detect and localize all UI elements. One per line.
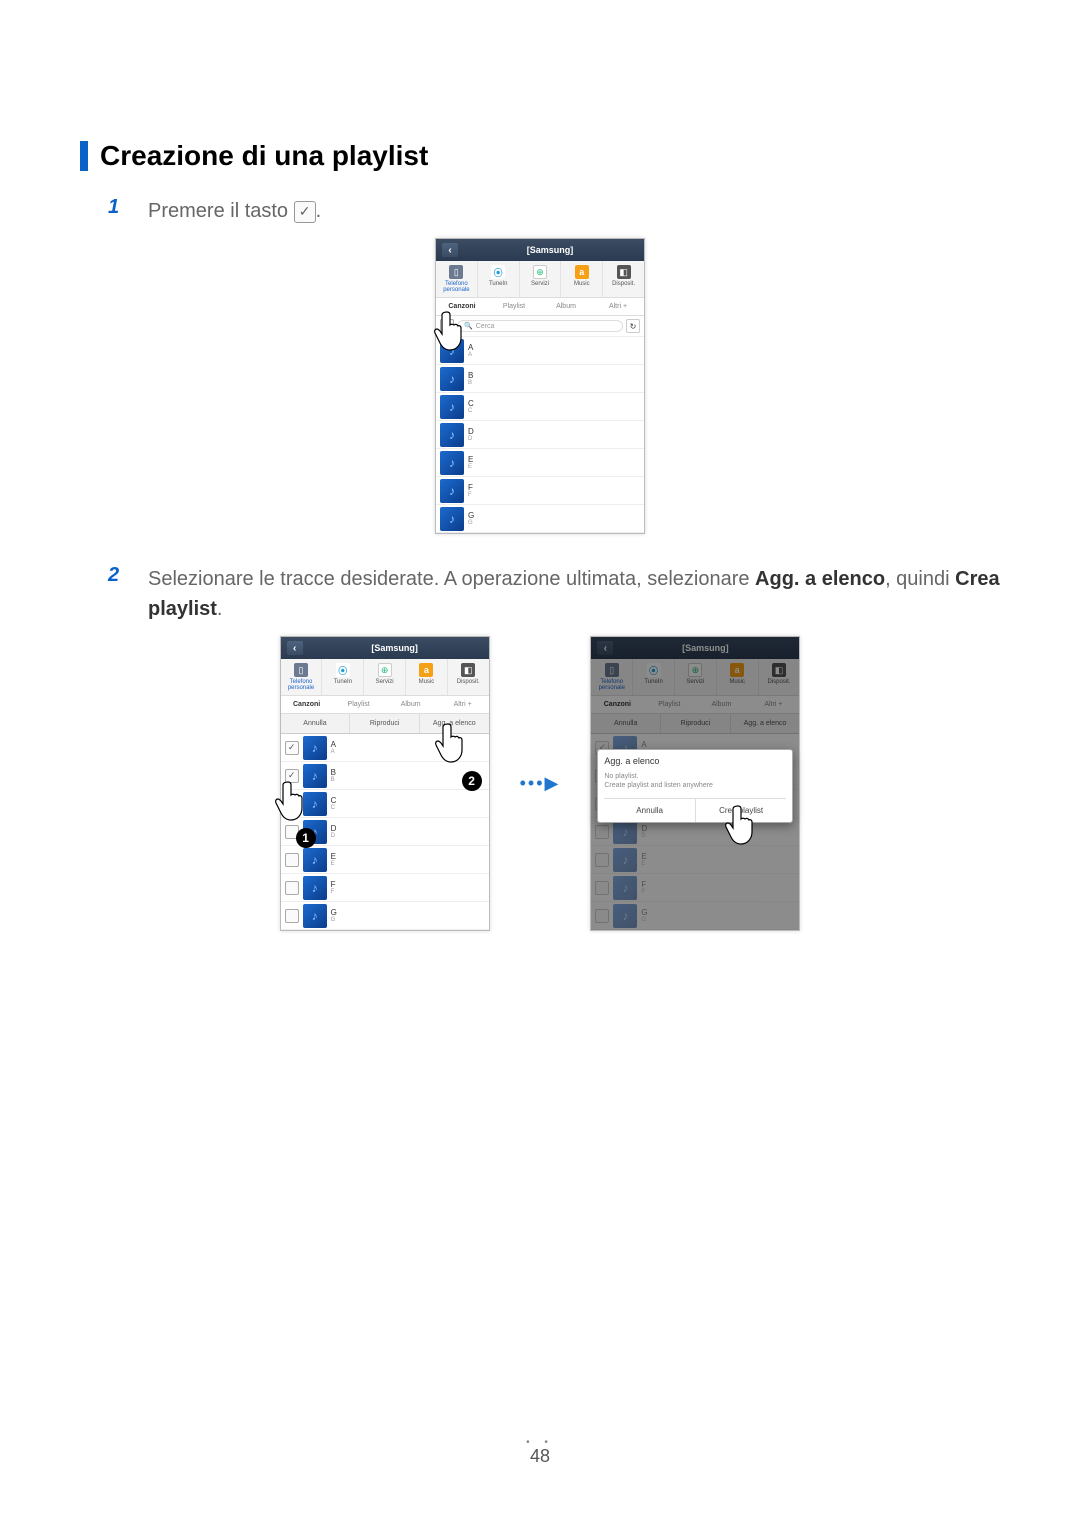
track-thumb-icon <box>440 395 464 419</box>
list-item[interactable]: FF <box>281 874 489 902</box>
source-disposit[interactable]: ◧Disposit. <box>448 659 489 695</box>
list-item[interactable]: GG <box>436 505 644 533</box>
tab-album[interactable]: Album <box>540 298 592 315</box>
flow-arrow-icon: •••▶ <box>520 773 561 794</box>
annulla-button[interactable]: Annulla <box>281 714 351 733</box>
search-input[interactable]: 🔍Cerca <box>457 320 623 332</box>
heading-text: Creazione di una playlist <box>100 140 428 172</box>
tab-canzoni[interactable]: Canzoni <box>436 298 488 315</box>
song-list: AA BB CC DD EE FF GG <box>436 337 644 533</box>
source-tunein[interactable]: ⦿TuneIn <box>322 659 364 695</box>
agg-elenco-button[interactable]: Agg. a elenco <box>420 714 489 733</box>
riproduci-button[interactable]: Riproduci <box>350 714 420 733</box>
screenshot-1: ‹ [Samsung] ▯Telefono personale ⦿TuneIn … <box>435 238 645 534</box>
source-phone[interactable]: ▯Telefono personale <box>436 261 478 297</box>
step-body: Selezionare le tracce desiderate. A oper… <box>148 564 1000 624</box>
tab-playlist[interactable]: Playlist <box>333 696 385 713</box>
list-item[interactable]: EE <box>281 846 489 874</box>
list-item[interactable]: AA <box>436 337 644 365</box>
phone-title: [Samsung] <box>307 643 483 653</box>
source-tunein[interactable]: ⦿TuneIn <box>478 261 520 297</box>
row-checkbox[interactable] <box>285 797 299 811</box>
tab-altri[interactable]: Altri + <box>592 298 644 315</box>
tab-playlist[interactable]: Playlist <box>488 298 540 315</box>
track-thumb-icon <box>440 367 464 391</box>
step2-text-a: Selezionare le tracce desiderate. A oper… <box>148 568 755 590</box>
row-checkbox[interactable] <box>285 881 299 895</box>
checkmark-button-icon: ✓ <box>294 201 316 223</box>
source-phone[interactable]: ▯Telefono personale <box>281 659 323 695</box>
row-checkbox[interactable]: ✓ <box>285 769 299 783</box>
row-checkbox[interactable] <box>285 909 299 923</box>
step-number: 1 <box>108 196 128 226</box>
popup-cancel-button[interactable]: Annulla <box>604 799 695 822</box>
track-thumb-icon <box>440 339 464 363</box>
step2-text-b: , quindi <box>885 568 955 590</box>
phone-title: [Samsung] <box>462 245 638 255</box>
list-item[interactable]: CC <box>436 393 644 421</box>
track-thumb-icon <box>440 451 464 475</box>
source-servizi[interactable]: ⊕Servizi <box>364 659 406 695</box>
amazon-icon: a <box>575 265 589 279</box>
add-to-list-popup: Agg. a elenco No playlist. Create playli… <box>597 749 793 823</box>
tab-album[interactable]: Album <box>385 696 437 713</box>
select-mode-button[interactable]: ✓ <box>440 319 454 333</box>
callout-1: 1 <box>296 828 316 848</box>
track-thumb-icon <box>440 423 464 447</box>
globe-icon: ⊕ <box>533 265 547 279</box>
source-bar: ▯Telefono personale ⦿TuneIn ⊕Servizi aMu… <box>436 261 644 298</box>
row-checkbox[interactable] <box>285 853 299 867</box>
step-2: 2 Selezionare le tracce desiderate. A op… <box>108 564 1000 624</box>
popup-title: Agg. a elenco <box>604 756 786 766</box>
heading-accent-bar <box>80 141 88 171</box>
list-item[interactable]: DD <box>436 421 644 449</box>
step2-text-c: . <box>217 598 223 620</box>
step1-period: . <box>316 200 322 222</box>
track-thumb-icon <box>440 479 464 503</box>
search-row: ✓ 🔍Cerca ↻ <box>436 316 644 337</box>
source-servizi[interactable]: ⊕Servizi <box>520 261 562 297</box>
callout-2: 2 <box>462 771 482 791</box>
list-item[interactable]: CC <box>281 790 489 818</box>
category-tabs: Canzoni Playlist Album Altri + <box>436 298 644 316</box>
step-1: 1 Premere il tasto ✓. <box>108 196 1000 226</box>
list-item[interactable]: ✓AA <box>281 734 489 762</box>
track-thumb-icon <box>440 507 464 531</box>
phone-icon: ▯ <box>449 265 463 279</box>
popup-subtitle: No playlist. Create playlist and listen … <box>604 772 786 790</box>
device-icon: ◧ <box>617 265 631 279</box>
back-button[interactable]: ‹ <box>442 243 458 257</box>
refresh-button[interactable]: ↻ <box>626 319 640 333</box>
tab-canzoni[interactable]: Canzoni <box>281 696 333 713</box>
source-music[interactable]: aMusic <box>561 261 603 297</box>
list-item[interactable]: ✓BB <box>281 762 489 790</box>
step1-text: Premere il tasto <box>148 200 294 222</box>
row-checkbox[interactable]: ✓ <box>285 741 299 755</box>
step-body: Premere il tasto ✓. <box>148 196 1000 226</box>
step-number: 2 <box>108 564 128 624</box>
search-icon: 🔍 <box>464 322 473 330</box>
tunein-icon: ⦿ <box>491 265 505 279</box>
list-item[interactable]: FF <box>436 477 644 505</box>
list-item[interactable]: EE <box>436 449 644 477</box>
phone-titlebar: ‹ [Samsung] <box>436 239 644 261</box>
back-button[interactable]: ‹ <box>287 641 303 655</box>
section-heading: Creazione di una playlist <box>80 140 1000 172</box>
screenshot-2b: ‹[Samsung] ▯Telefono personale ⦿TuneIn ⊕… <box>590 636 800 931</box>
page-number: • • 48 <box>0 1437 1080 1467</box>
popup-create-playlist-button[interactable]: Crea playlist <box>695 799 787 822</box>
list-item[interactable]: BB <box>436 365 644 393</box>
source-music[interactable]: aMusic <box>406 659 448 695</box>
step2-bold-a: Agg. a elenco <box>755 568 885 590</box>
tab-altri[interactable]: Altri + <box>437 696 489 713</box>
source-disposit[interactable]: ◧Disposit. <box>603 261 644 297</box>
list-item[interactable]: GG <box>281 902 489 930</box>
screenshot-2a: ‹ [Samsung] ▯Telefono personale ⦿TuneIn ⊕… <box>280 636 490 931</box>
